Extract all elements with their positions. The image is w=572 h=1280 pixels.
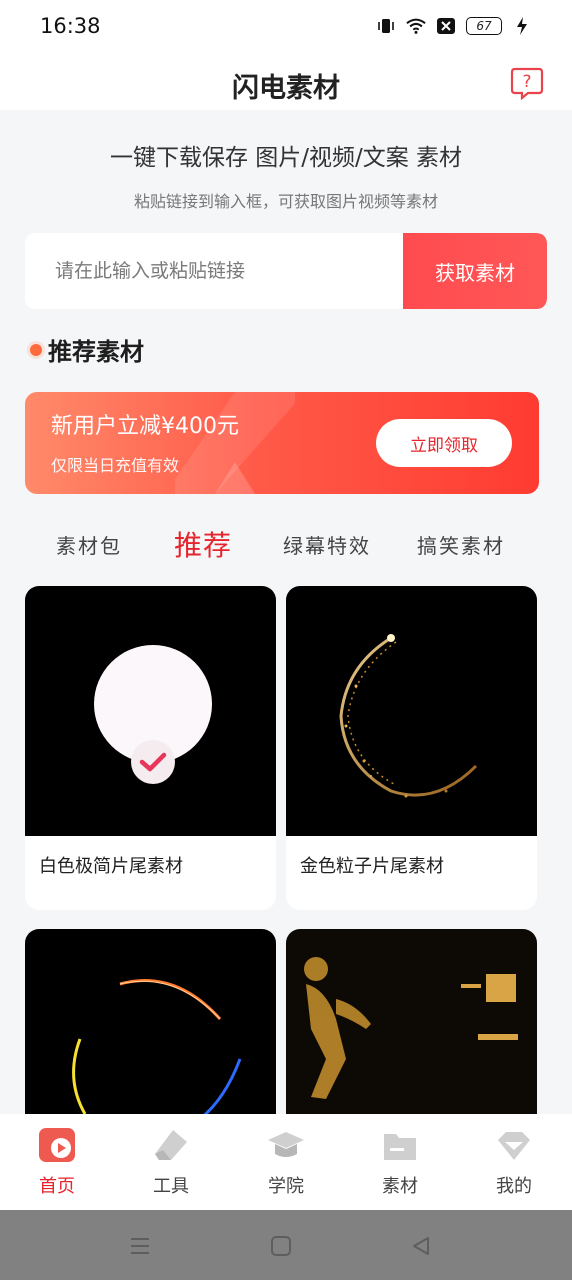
card-title: 金色粒子片尾素材 [300, 856, 444, 877]
sim-off-icon [436, 16, 456, 36]
folder-icon [380, 1126, 420, 1166]
promo-title: 新用户立减¥400元 [51, 414, 239, 439]
eraser-icon [151, 1126, 191, 1166]
card-thumbnail [25, 586, 276, 836]
question-icon: ? [510, 67, 544, 101]
diamond-icon [494, 1126, 534, 1166]
material-card[interactable]: 金色粒子片尾素材 [286, 586, 537, 910]
nav-label: 我的 [496, 1176, 532, 1197]
status-bar: 16:38 67 [0, 0, 572, 52]
home-play-icon [37, 1126, 77, 1166]
tab-recommended[interactable]: 推荐 [174, 524, 232, 564]
back-icon[interactable] [409, 1234, 433, 1258]
menu-icon[interactable] [128, 1234, 152, 1258]
promo-subtitle: 仅限当日充值有效 [51, 456, 180, 475]
graduation-cap-icon [266, 1126, 306, 1166]
nav-profile[interactable]: 我的 [478, 1126, 550, 1198]
material-card[interactable]: 白色极简片尾素材 [25, 586, 276, 910]
card-title: 白色极简片尾素材 [39, 856, 183, 877]
status-icons: 67 [376, 16, 532, 36]
title-bar: 闪电素材 ? [0, 52, 572, 110]
bottom-nav: 首页 工具 学院 素材 我的 [0, 1114, 572, 1210]
wifi-icon [406, 16, 426, 36]
system-nav-bar [0, 1210, 572, 1280]
nav-label: 首页 [39, 1176, 75, 1197]
tab-funny[interactable]: 搞笑素材 [417, 530, 505, 559]
hero-subtitle: 粘贴链接到输入框，可获取图片视频等素材 [133, 192, 438, 211]
tab-material-pack[interactable]: 素材包 [56, 530, 122, 559]
svg-text:?: ? [522, 72, 531, 92]
fetch-material-button[interactable]: 获取素材 [403, 233, 547, 309]
nav-label: 素材 [382, 1176, 418, 1197]
promo-banner[interactable]: 新用户立减¥400元 仅限当日充值有效 立即领取 [25, 392, 539, 494]
nav-label: 学院 [268, 1176, 304, 1197]
charging-icon [512, 16, 532, 36]
home-square-icon[interactable] [269, 1234, 293, 1258]
hero-slogan: 一键下载保存 图片/视频/文案 素材 [109, 145, 463, 171]
category-tabs: 素材包 推荐 绿幕特效 搞笑素材 [0, 529, 572, 570]
nav-home[interactable]: 首页 [21, 1126, 93, 1198]
battery-icon: 67 [466, 17, 502, 35]
claim-button[interactable]: 立即领取 [376, 419, 512, 467]
page-title: 闪电素材 [232, 73, 340, 104]
link-input[interactable] [25, 233, 403, 309]
nav-tools[interactable]: 工具 [135, 1126, 207, 1198]
card-thumbnail [286, 586, 537, 836]
nav-academy[interactable]: 学院 [250, 1126, 322, 1198]
nav-label: 工具 [153, 1176, 189, 1197]
link-input-group: 获取素材 [25, 233, 547, 309]
help-button[interactable]: ? [510, 66, 544, 101]
bullet-dot-icon [30, 343, 42, 356]
nav-material[interactable]: 素材 [364, 1126, 436, 1198]
tab-green-screen[interactable]: 绿幕特效 [283, 530, 371, 559]
vibrate-icon [376, 16, 396, 36]
status-time: 16:38 [40, 14, 101, 38]
section-heading: 推荐素材 [30, 332, 144, 367]
section-title: 推荐素材 [48, 338, 144, 366]
